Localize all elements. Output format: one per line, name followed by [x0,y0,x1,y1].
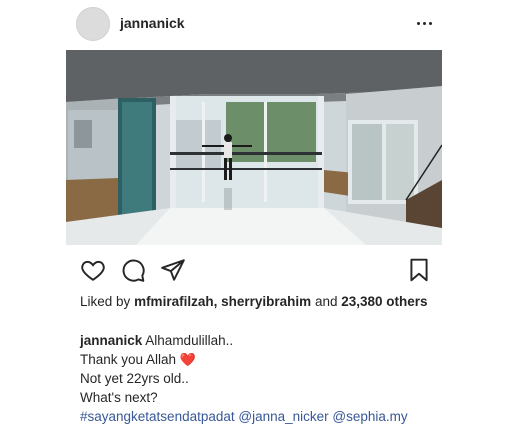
liker-link[interactable]: mfmirafilzah [134,294,214,309]
caption-line: Thank you Allah [80,352,177,367]
caption-line: What's next? [80,390,158,405]
instagram-post: jannanick Liked by mfmirafilzah, sherryi… [62,0,446,424]
share-icon[interactable] [160,257,186,283]
likes-summary: Liked by mfmirafilzah, sherryibrahim and… [80,293,430,310]
caption-line: Not yet 22yrs old.. [80,371,189,386]
likes-separator: , [213,294,218,309]
likes-and: and [314,294,338,309]
hashtag-link[interactable]: #sayangketatsendatpadat [80,409,235,424]
likes-count[interactable]: 23,380 [341,294,382,309]
likes-prefix: Liked by [80,294,131,309]
mention-link[interactable]: @janna_nicker [238,409,328,424]
liker-link[interactable]: sherryibrahim [221,294,311,309]
heart-icon[interactable] [80,257,106,283]
post-caption: jannanick Alhamdulillah.. Thank you Alla… [80,331,440,424]
caption-line: Alhamdulillah.. [145,333,234,348]
bookmark-icon[interactable] [406,257,432,283]
mention-link[interactable]: @sephia.my [332,409,407,424]
heart-emoji-icon: ❤️ [179,352,197,367]
more-options-icon[interactable] [414,13,434,33]
likes-suffix[interactable]: others [386,294,427,309]
post-photo[interactable] [66,50,442,245]
caption-username[interactable]: jannanick [80,333,142,348]
post-username[interactable]: jannanick [120,15,185,31]
avatar[interactable] [76,7,110,41]
apartment-panorama-image [66,50,442,245]
post-header: jannanick [62,0,446,48]
comment-icon[interactable] [120,257,146,283]
post-actions [62,255,446,285]
